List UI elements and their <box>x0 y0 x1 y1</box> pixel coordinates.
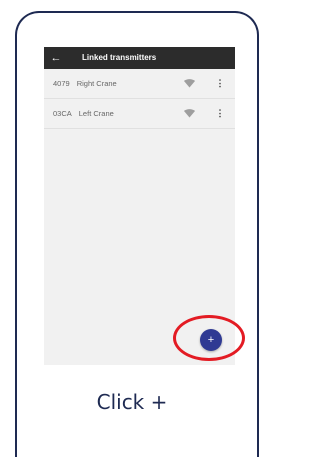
transmitter-code: 03CA <box>53 109 72 118</box>
transmitter-list: 4079 Right Crane ⋮ 03CA Left Crane ⋮ <box>44 69 235 129</box>
more-vert-icon[interactable]: ⋮ <box>214 107 226 120</box>
list-item[interactable]: 03CA Left Crane ⋮ <box>44 99 235 129</box>
page-title: Linked transmitters <box>82 53 157 62</box>
more-vert-icon[interactable]: ⋮ <box>214 77 226 90</box>
wifi-icon <box>184 79 195 88</box>
list-item[interactable]: 4079 Right Crane ⋮ <box>44 69 235 99</box>
arrow-left-icon[interactable]: ← <box>44 47 68 69</box>
transmitter-code: 4079 <box>53 79 70 88</box>
app-bar: ← Linked transmitters <box>44 47 235 69</box>
transmitter-name: Right Crane <box>76 79 117 88</box>
wifi-icon <box>184 109 195 118</box>
highlight-circle <box>173 315 245 361</box>
instruction-caption: Click + <box>96 390 168 414</box>
transmitter-name: Left Crane <box>78 109 114 118</box>
